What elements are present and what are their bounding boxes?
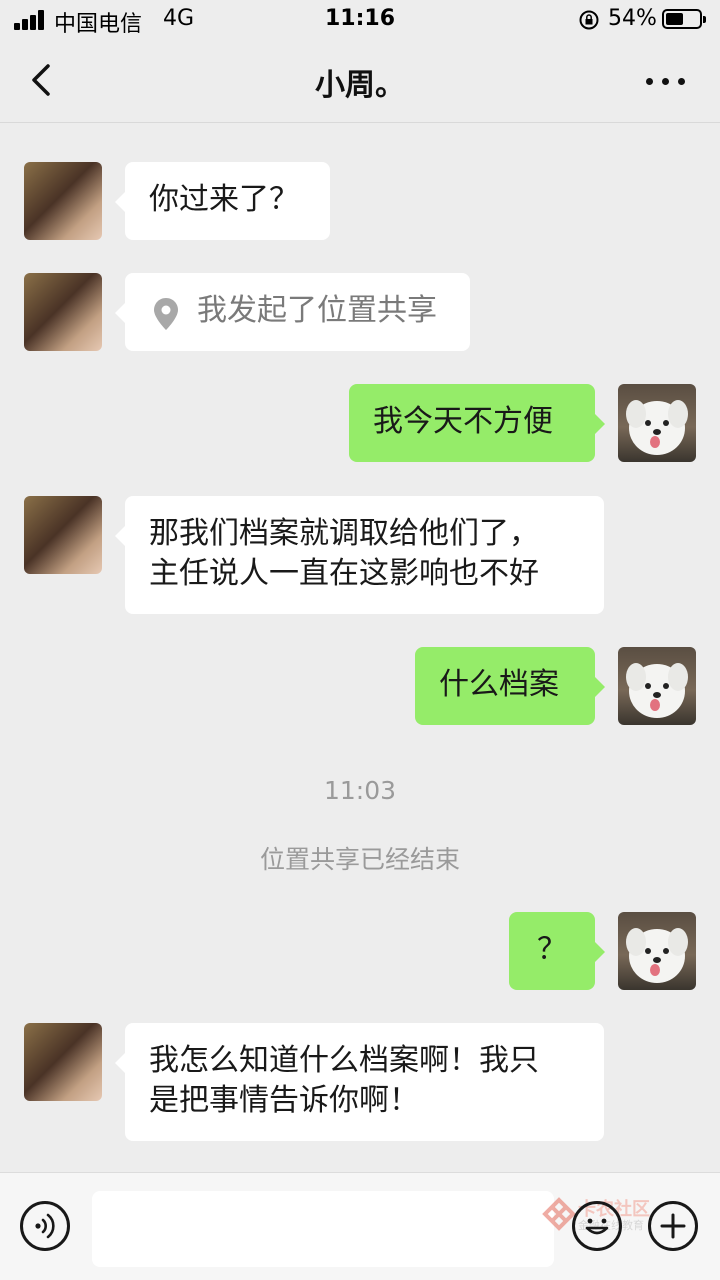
more-actions-button[interactable] — [648, 1201, 698, 1251]
status-bar: 中国电信 4G 11:16 54% — [0, 0, 720, 40]
dog-avatar-icon — [626, 400, 688, 455]
voice-icon — [35, 1213, 55, 1239]
chat-screen: 中国电信 4G 11:16 54% 小周。 你过来了？ 我发起了位置共享 我今天… — [0, 0, 720, 1280]
message-bubble-outgoing[interactable]: 什么档案 — [415, 647, 605, 725]
message-text-line: 是把事情告诉你啊！ — [149, 1083, 419, 1118]
contact-avatar[interactable] — [24, 273, 102, 351]
input-bar: 卡农社区 金融在线教育 — [0, 1172, 720, 1280]
message-bubble-incoming[interactable]: 我怎么知道什么档案啊！我只 是把事情告诉你啊！ — [115, 1023, 604, 1141]
dog-avatar-icon — [626, 663, 688, 718]
self-avatar[interactable] — [618, 647, 696, 725]
message-input[interactable] — [92, 1191, 554, 1267]
location-pin-icon — [154, 298, 178, 330]
system-notice: 位置共享已经结束 — [259, 845, 460, 874]
message-text-line: 主任说人一直在这影响也不好 — [149, 556, 539, 591]
message-text-line: 那我们档案就调取给他们了， — [149, 516, 539, 551]
dog-avatar-icon — [626, 928, 688, 983]
contact-avatar[interactable] — [24, 496, 102, 574]
self-avatar[interactable] — [618, 384, 696, 462]
nav-bar: 小周。 — [0, 40, 720, 123]
message-text: 我今天不方便 — [373, 404, 553, 439]
smiley-icon — [585, 1218, 609, 1235]
contact-avatar[interactable] — [24, 1023, 102, 1101]
message-text: ？ — [537, 932, 567, 967]
voice-input-button[interactable] — [20, 1201, 70, 1251]
message-bubble-incoming[interactable]: 你过来了？ — [115, 162, 330, 240]
watermark-logo-icon — [542, 1197, 576, 1231]
battery-icon — [662, 9, 706, 29]
message-timestamp: 11:03 — [323, 776, 397, 805]
location-share-bubble[interactable]: 我发起了位置共享 — [115, 273, 470, 351]
plus-icon — [660, 1213, 686, 1239]
rotation-lock-icon — [579, 10, 599, 30]
chat-title: 小周。 — [315, 68, 405, 103]
emoji-button[interactable] — [572, 1201, 622, 1251]
battery-percent: 54% — [608, 6, 657, 31]
message-bubble-outgoing[interactable]: 我今天不方便 — [349, 384, 605, 462]
self-avatar[interactable] — [618, 912, 696, 990]
message-bubble-incoming[interactable]: 那我们档案就调取给他们了， 主任说人一直在这影响也不好 — [115, 496, 604, 614]
message-text: 什么档案 — [439, 667, 559, 702]
message-text: 我发起了位置共享 — [197, 293, 437, 328]
message-text: 你过来了？ — [149, 182, 299, 217]
more-options-button[interactable] — [642, 66, 690, 96]
message-text-line: 我怎么知道什么档案啊！我只 — [149, 1043, 539, 1078]
message-bubble-outgoing[interactable]: ？ — [509, 912, 605, 990]
contact-avatar[interactable] — [24, 162, 102, 240]
